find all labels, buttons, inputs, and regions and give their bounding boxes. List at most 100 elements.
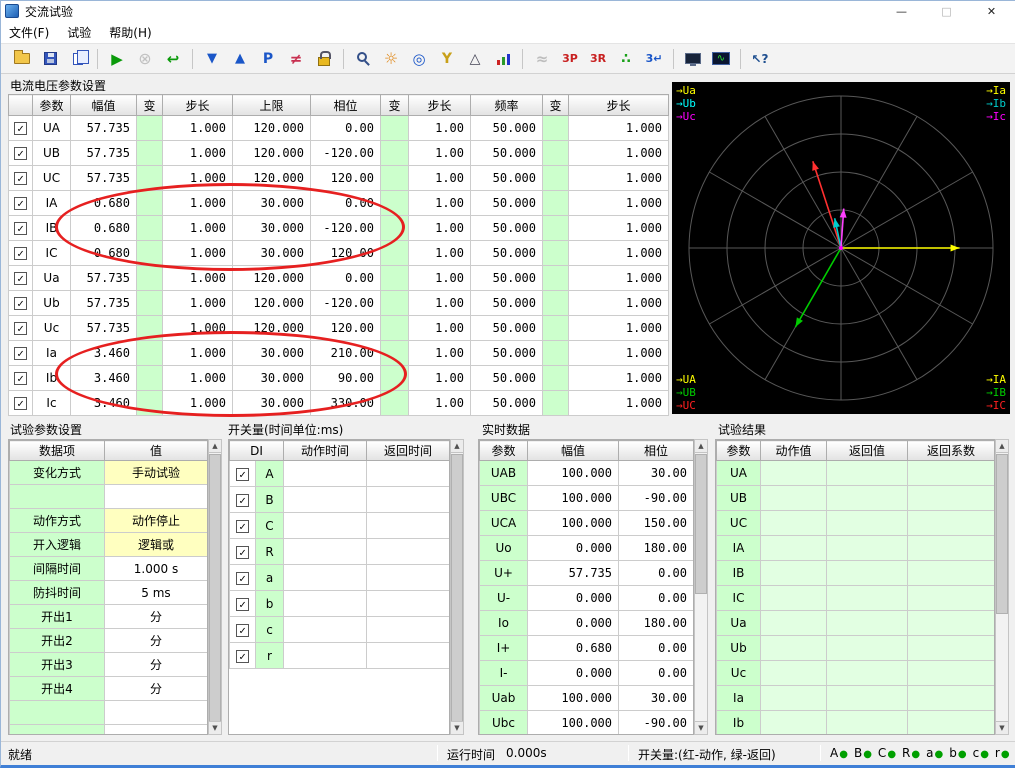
freq-cell[interactable]: 50.000 [471,391,543,416]
phase-var-cell[interactable] [381,291,409,316]
freq-step-cell[interactable]: 1.000 [569,216,669,241]
amp-limit-cell[interactable]: 30.000 [233,366,311,391]
amplitude-cell[interactable]: 3.460 [71,391,137,416]
scroll-up-icon[interactable]: ▲ [996,440,1008,453]
maximize-button[interactable]: □ [924,0,969,22]
amp-step-cell[interactable]: 1.000 [163,116,233,141]
amp-step-cell[interactable]: 1.000 [163,166,233,191]
amp-step-cell[interactable]: 1.000 [163,316,233,341]
scroll-up-icon[interactable]: ▲ [451,440,463,453]
freq-cell[interactable]: 50.000 [471,316,543,341]
phase-step-cell[interactable]: 1.00 [409,266,471,291]
vertical-scrollbar-0[interactable]: ▲▼ [208,439,222,735]
phase-step-cell[interactable]: 1.00 [409,341,471,366]
save-button[interactable] [37,47,63,71]
phase-var-cell[interactable] [381,241,409,266]
freq-cell[interactable]: 50.000 [471,216,543,241]
phase-cell[interactable]: 0.00 [311,191,381,216]
freq-var-cell[interactable] [543,116,569,141]
freq-cell[interactable]: 50.000 [471,291,543,316]
amp-limit-cell[interactable]: 30.000 [233,391,311,416]
freq-cell[interactable]: 50.000 [471,191,543,216]
phase-cell[interactable]: 120.00 [311,241,381,266]
freq-cell[interactable]: 50.000 [471,341,543,366]
scroll-up-icon[interactable]: ▲ [695,440,707,453]
phase-cell[interactable]: 0.00 [311,266,381,291]
phase-step-cell[interactable]: 1.00 [409,166,471,191]
phase-cell[interactable]: 120.00 [311,316,381,341]
amp-var-cell[interactable] [137,166,163,191]
phase-var-cell[interactable] [381,341,409,366]
phase-step-cell[interactable]: 1.00 [409,241,471,266]
vertical-scrollbar-1[interactable]: ▲▼ [450,439,464,735]
amp-limit-cell[interactable]: 120.000 [233,116,311,141]
di-checkbox[interactable]: ✓ [230,565,256,591]
harmonic-bars-button[interactable] [490,47,516,71]
phase-cell[interactable]: -120.00 [311,291,381,316]
close-button[interactable]: ✕ [969,0,1014,22]
amplitude-cell[interactable]: 57.735 [71,141,137,166]
vertical-scrollbar-2[interactable]: ▲▼ [694,439,708,735]
amp-var-cell[interactable] [137,366,163,391]
scroll-down-icon[interactable]: ▼ [209,721,221,734]
phase-var-cell[interactable] [381,191,409,216]
freq-cell[interactable]: 50.000 [471,166,543,191]
amp-step-cell[interactable]: 1.000 [163,341,233,366]
phase-step-cell[interactable]: 1.00 [409,391,471,416]
phase-cell[interactable]: -120.00 [311,141,381,166]
di-checkbox[interactable]: ✓ [230,487,256,513]
freq-var-cell[interactable] [543,191,569,216]
phase-step-cell[interactable]: 1.00 [409,366,471,391]
amp-var-cell[interactable] [137,141,163,166]
amp-step-cell[interactable]: 1.000 [163,291,233,316]
amplitude-cell[interactable]: 0.680 [71,241,137,266]
target-button[interactable]: ◎ [406,47,432,71]
freq-cell[interactable]: 50.000 [471,366,543,391]
amp-var-cell[interactable] [137,316,163,341]
amplitude-cell[interactable]: 57.735 [71,166,137,191]
amplitude-cell[interactable]: 57.735 [71,291,137,316]
phase-var-cell[interactable] [381,266,409,291]
phase-var-cell[interactable] [381,116,409,141]
amp-limit-cell[interactable]: 120.000 [233,291,311,316]
amp-var-cell[interactable] [137,291,163,316]
scroll-down-icon[interactable]: ▼ [451,721,463,734]
amp-var-cell[interactable] [137,241,163,266]
amplitude-cell[interactable]: 0.680 [71,216,137,241]
delta-button[interactable]: △ [462,47,488,71]
amp-var-cell[interactable] [137,391,163,416]
freq-var-cell[interactable] [543,141,569,166]
freq-var-cell[interactable] [543,166,569,191]
freq-step-cell[interactable]: 1.000 [569,316,669,341]
param-row-checkbox[interactable]: ✓ [9,366,33,391]
freq-var-cell[interactable] [543,341,569,366]
di-checkbox[interactable]: ✓ [230,539,256,565]
param-row-checkbox[interactable]: ✓ [9,266,33,291]
param-row-checkbox[interactable]: ✓ [9,116,33,141]
param-row-checkbox[interactable]: ✓ [9,291,33,316]
amp-var-cell[interactable] [137,341,163,366]
freq-step-cell[interactable]: 1.000 [569,191,669,216]
phase-var-cell[interactable] [381,366,409,391]
freq-var-cell[interactable] [543,366,569,391]
scroll-thumb[interactable] [996,454,1008,614]
freq-step-cell[interactable]: 1.000 [569,241,669,266]
phase-cell[interactable]: 210.00 [311,341,381,366]
param-row-checkbox[interactable]: ✓ [9,191,33,216]
three-phase-p-button[interactable]: 3P [557,47,583,71]
amp-limit-cell[interactable]: 120.000 [233,141,311,166]
amp-limit-cell[interactable]: 30.000 [233,216,311,241]
freq-step-cell[interactable]: 1.000 [569,341,669,366]
amplitude-cell[interactable]: 3.460 [71,366,137,391]
amp-step-cell[interactable]: 1.000 [163,191,233,216]
freq-var-cell[interactable] [543,216,569,241]
tp-item-value[interactable]: 分 [105,629,208,653]
freq-var-cell[interactable] [543,391,569,416]
phase-step-cell[interactable]: 1.00 [409,191,471,216]
tp-item-value[interactable]: 动作停止 [105,509,208,533]
three-return-button[interactable]: 3↵ [641,47,667,71]
phase-step-cell[interactable]: 1.00 [409,216,471,241]
phase-step-cell[interactable]: 1.00 [409,316,471,341]
amp-limit-cell[interactable]: 120.000 [233,266,311,291]
tp-item-value[interactable]: 5 ms [105,581,208,605]
